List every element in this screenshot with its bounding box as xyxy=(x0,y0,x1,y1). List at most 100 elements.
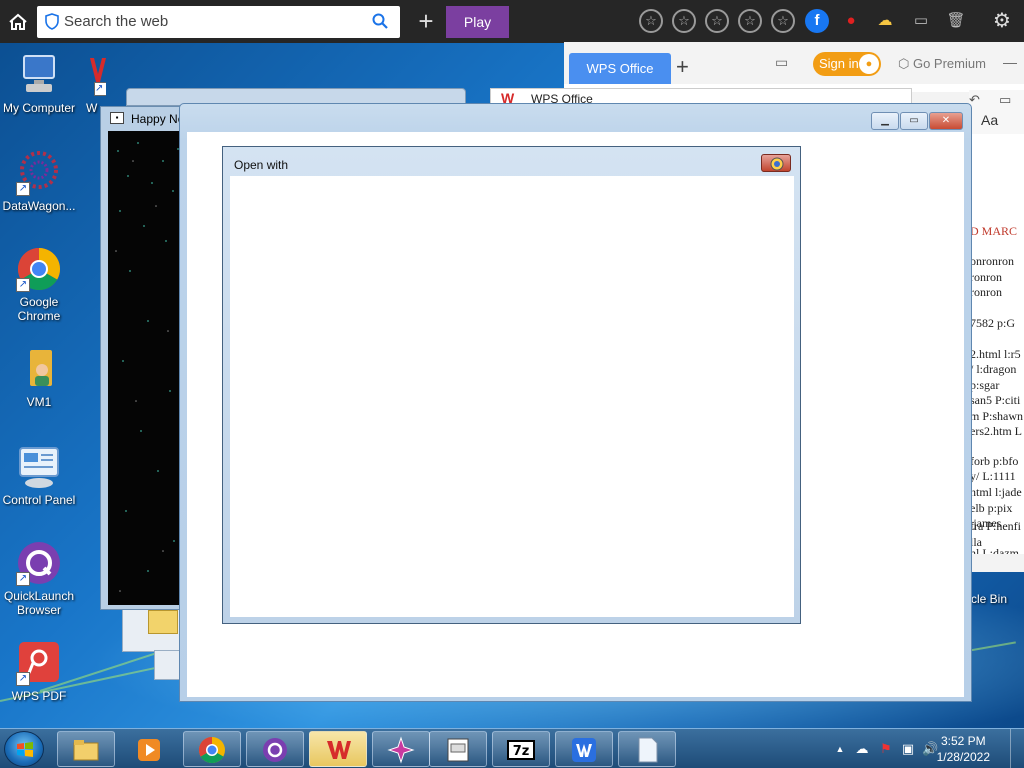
shortcut-arrow-icon: ↗ xyxy=(94,82,106,96)
taskbar-file-explorer[interactable] xyxy=(57,731,115,767)
shortcut-arrow-icon: ↗ xyxy=(16,572,30,586)
7zip-icon: 7z xyxy=(507,740,535,760)
star-icon[interactable]: ☆ xyxy=(738,9,762,33)
desktop-icon-quicklaunch-browser[interactable]: ↗ QuickLaunch Browser xyxy=(0,540,78,617)
clock-time: 3:52 PM xyxy=(940,734,986,748)
maximize-button[interactable]: ▭ xyxy=(900,112,928,130)
taskbar-wps-office[interactable] xyxy=(309,731,367,767)
doc-text-line: 7582 p:G xyxy=(970,316,1015,330)
clock[interactable]: 3:52 PM 1/28/2022 xyxy=(937,733,990,765)
search-placeholder: Search the web xyxy=(64,13,169,30)
app-window-icon xyxy=(447,738,469,762)
star-icon[interactable]: ☆ xyxy=(639,9,663,33)
facebook-icon[interactable]: f xyxy=(805,9,829,33)
doc-text-line: forb p:bfo xyxy=(970,454,1019,468)
folder-icon[interactable]: ▭ xyxy=(909,9,933,33)
weather-icon[interactable]: ☁ xyxy=(873,9,897,33)
window-title: Happy Ne xyxy=(131,112,185,126)
trash-icon[interactable]: 🗑 xyxy=(944,9,968,33)
ribbon-icon[interactable]: ▭ xyxy=(999,92,1011,108)
doc-text-line: m P:shawn xyxy=(970,409,1024,423)
doc-text-line: 2.html l:r5 xyxy=(970,347,1021,361)
doc-text-line: ers2.htm L xyxy=(970,424,1022,438)
new-tab-plus-icon[interactable]: + xyxy=(676,54,689,80)
wps-pdf-icon: ↗ xyxy=(16,640,62,686)
recycle-bin-label[interactable]: cle Bin xyxy=(971,592,1007,606)
doc-text-line: fra P:henfi xyxy=(970,519,1021,533)
user-folder-icon xyxy=(16,346,62,392)
taskbar-quicklaunch[interactable] xyxy=(246,731,304,767)
star-icon[interactable]: ☆ xyxy=(771,9,795,33)
tray-expand-icon[interactable]: ▲ xyxy=(832,741,848,757)
doc-text-line: elb p:pix xyxy=(970,501,1013,515)
dialog-title: Open with xyxy=(234,158,289,172)
doc-text-line: onronron xyxy=(970,254,1014,268)
sign-in-button[interactable]: Sign in ● xyxy=(813,52,881,76)
taskbar-app-window[interactable] xyxy=(429,731,487,767)
doc-text-line: y/ L:1111 xyxy=(970,469,1016,483)
desktop-icon-label: QuickLaunch Browser xyxy=(3,589,75,617)
browser-toolbar: Search the web + Play ☆ ☆ ☆ ☆ ☆ f ● ☁ ▭ … xyxy=(0,0,1024,43)
wps-ribbon-side: ↶ ▭ Aa A xyxy=(969,90,1024,148)
close-button[interactable]: ✕ xyxy=(929,112,963,130)
shield-icon xyxy=(45,13,59,30)
doc-text-line: D MARC xyxy=(970,224,1018,238)
desktop-icon-control-panel[interactable]: Control Panel xyxy=(0,444,78,507)
search-icon[interactable] xyxy=(372,13,388,29)
wps-writer-icon: ↗ xyxy=(86,52,106,98)
taskbar-7zip[interactable]: 7z xyxy=(492,731,550,767)
minimize-button[interactable]: ▁ xyxy=(871,112,899,130)
folder-icon xyxy=(148,610,178,634)
computer-icon xyxy=(16,52,62,98)
window-layout-icon[interactable]: ▭ xyxy=(775,54,788,71)
new-tab-plus-icon[interactable]: + xyxy=(412,6,440,38)
taskbar-blank-document[interactable] xyxy=(618,731,676,767)
chrome-icon xyxy=(770,157,784,171)
font-size-button[interactable]: Aa xyxy=(981,112,998,128)
home-icon[interactable] xyxy=(4,8,32,36)
avatar-icon: ● xyxy=(859,54,879,74)
wps-writer-icon xyxy=(572,738,596,762)
go-premium-button[interactable]: ⬡ Go Premium xyxy=(898,56,986,72)
gear-icon[interactable]: ⚙ xyxy=(990,9,1014,33)
star-icon[interactable]: ☆ xyxy=(672,9,696,33)
happy-new-window[interactable]: ▪ Happy Ne xyxy=(100,106,190,610)
flag-alert-icon[interactable]: ⚑ xyxy=(878,741,894,757)
shortcut-arrow-icon: ↗ xyxy=(16,672,30,686)
open-with-dialog[interactable]: Open with xyxy=(222,146,801,624)
desktop-icon-wps-pdf[interactable]: ↗ WPS PDF xyxy=(0,640,78,703)
ladybug-icon[interactable]: ● xyxy=(839,9,863,33)
dialog-close-button[interactable] xyxy=(761,154,791,172)
taskbar-app-star[interactable] xyxy=(372,731,430,767)
minimize-icon[interactable]: — xyxy=(1003,54,1017,70)
sign-in-label: Sign in xyxy=(819,56,859,71)
wps-document[interactable]: D MARC onronron ronron ronron 7582 p:G 2… xyxy=(969,134,1024,554)
datawagon-icon: ↗ xyxy=(16,150,62,196)
desktop-icon-label: DataWagon... xyxy=(2,199,76,213)
chrome-icon: ↗ xyxy=(16,246,62,292)
desktop-icon-google-chrome[interactable]: ↗ Google Chrome xyxy=(0,246,78,323)
start-button[interactable] xyxy=(4,731,44,767)
desktop-icon-label: Google Chrome xyxy=(17,295,61,323)
shortcut-arrow-icon: ↗ xyxy=(16,182,30,196)
dialog-content xyxy=(230,176,794,617)
app-icon: ▪ xyxy=(110,112,124,124)
taskbar-wps-writer[interactable] xyxy=(555,731,613,767)
volume-icon[interactable]: 🔊 xyxy=(922,741,938,757)
tab-wps-office[interactable]: WPS Office xyxy=(569,53,671,84)
play-button[interactable]: Play xyxy=(446,6,509,38)
quicklaunch-icon xyxy=(263,738,287,762)
network-icon[interactable]: ▣ xyxy=(900,741,916,757)
doc-text-line: ronron xyxy=(970,270,1002,284)
cloud-sync-icon[interactable]: ☁ xyxy=(854,741,870,757)
folder-icon xyxy=(73,740,99,761)
desktop-icon-vm1[interactable]: VM1 xyxy=(0,346,78,409)
taskbar-media-player[interactable] xyxy=(120,731,178,767)
show-desktop-button[interactable] xyxy=(1010,729,1024,768)
star-icon[interactable]: ☆ xyxy=(705,9,729,33)
desktop-icon-datawagon[interactable]: ↗ DataWagon... xyxy=(0,150,78,213)
doc-text-line: ronron xyxy=(970,285,1002,299)
search-input[interactable]: Search the web xyxy=(37,6,400,38)
taskbar-chrome[interactable] xyxy=(183,731,241,767)
desktop-icon-my-computer[interactable]: My Computer xyxy=(0,52,78,115)
